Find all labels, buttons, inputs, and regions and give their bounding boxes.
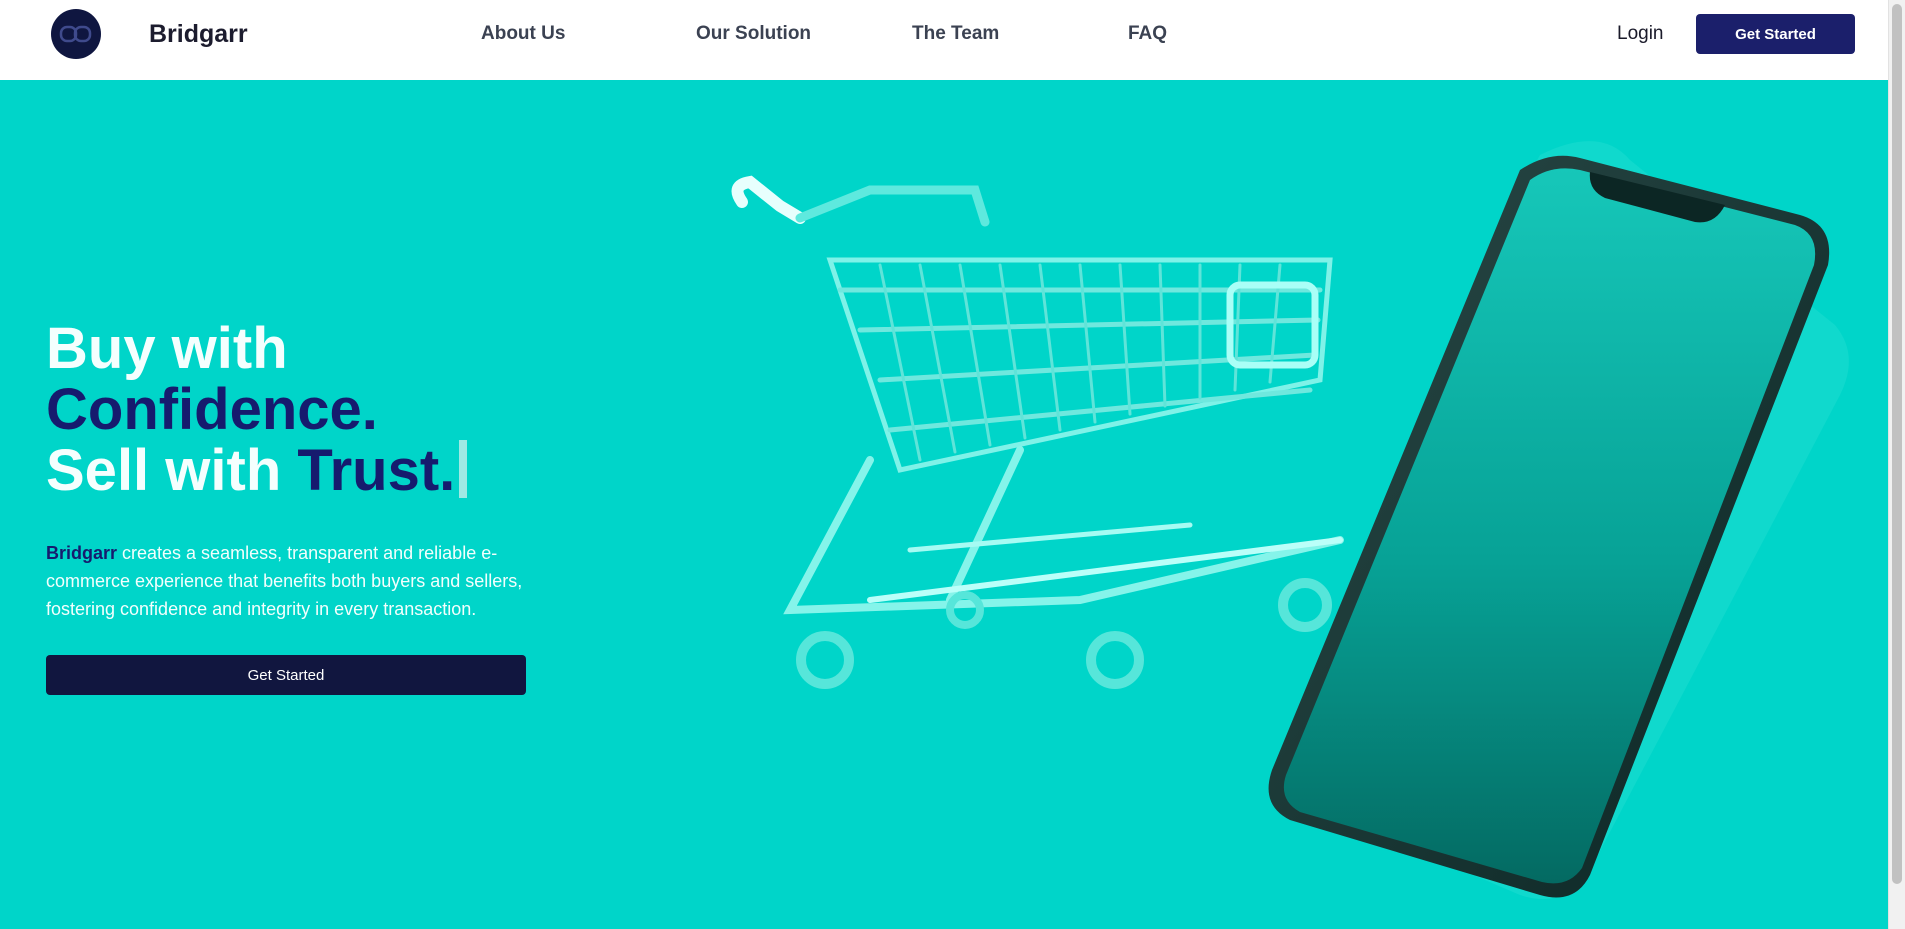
description-brand: Bridgarr bbox=[46, 543, 118, 563]
headline-line-2: Confidence. bbox=[46, 377, 378, 442]
hero-get-started-button[interactable]: Get Started bbox=[46, 655, 526, 695]
shopping-cart-illustration bbox=[731, 175, 1344, 689]
headline-line-1: Buy with bbox=[46, 316, 288, 381]
header-get-started-button[interactable]: Get Started bbox=[1696, 14, 1855, 54]
typing-caret bbox=[459, 440, 468, 498]
brand-logo-icon[interactable] bbox=[51, 9, 101, 59]
nav-about-us[interactable]: About Us bbox=[481, 23, 565, 45]
brand-name[interactable]: Bridgarr bbox=[149, 20, 248, 49]
headline-line-3-accent: Trust. bbox=[297, 438, 456, 503]
description-text: creates a seamless, transparent and reli… bbox=[46, 543, 523, 619]
page-scrollbar[interactable] bbox=[1888, 0, 1905, 929]
top-header: Bridgarr About Us Our Solution The Team … bbox=[0, 0, 1888, 80]
smartphone-illustration bbox=[1268, 141, 1849, 900]
nav-our-solution[interactable]: Our Solution bbox=[696, 23, 811, 45]
nav-faq[interactable]: FAQ bbox=[1128, 23, 1167, 45]
headline-line-3-prefix: Sell with bbox=[46, 438, 298, 503]
hero-description: Bridgarr creates a seamless, transparent… bbox=[46, 539, 536, 623]
hero-illustration bbox=[731, 141, 1849, 900]
nav-the-team[interactable]: The Team bbox=[912, 23, 999, 45]
scrollbar-thumb[interactable] bbox=[1892, 4, 1902, 884]
hero-headline: Buy with Confidence. Sell with Trust. bbox=[46, 316, 468, 503]
login-link[interactable]: Login bbox=[1617, 23, 1664, 45]
